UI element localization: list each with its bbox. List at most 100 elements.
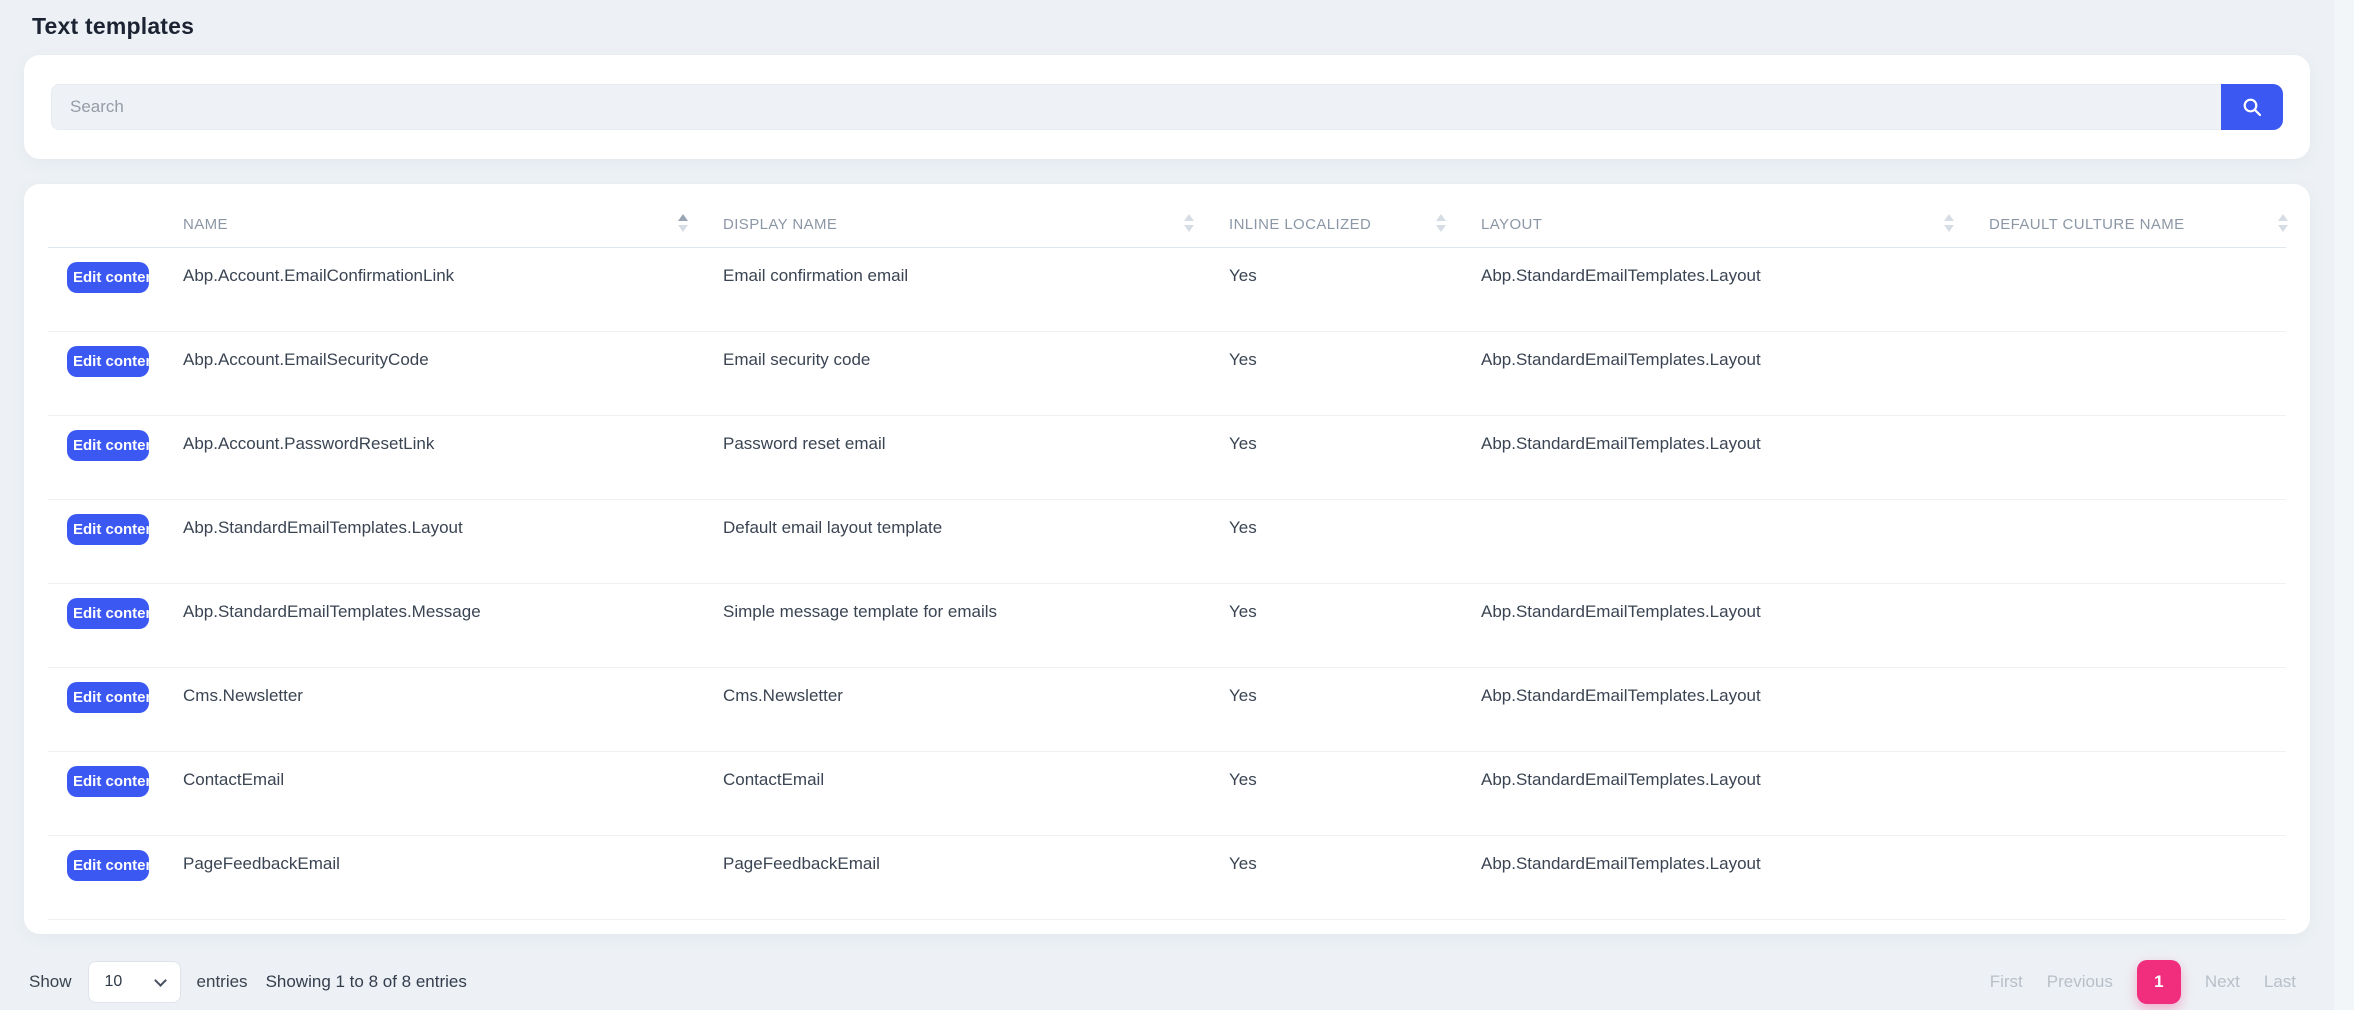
edit-contents-button[interactable]: Edit contents (67, 766, 149, 797)
cell-name: Abp.Account.PasswordResetLink (166, 416, 706, 499)
cell-actions: Edit contents (48, 836, 166, 919)
cell-layout: Abp.StandardEmailTemplates.Layout (1464, 836, 1972, 919)
search-card (24, 55, 2310, 159)
pagination: First Previous 1 Next Last (1990, 960, 2296, 1004)
sort-icon (678, 214, 688, 232)
sort-icon (2278, 214, 2288, 232)
page-size-group: Show 10 entries Showing 1 to 8 of 8 entr… (29, 961, 467, 1003)
cell-inline-localized: Yes (1212, 668, 1464, 751)
edit-contents-button[interactable]: Edit contents (67, 850, 149, 881)
cell-layout (1464, 500, 1972, 583)
cell-actions: Edit contents (48, 584, 166, 667)
pagination-previous[interactable]: Previous (2047, 972, 2113, 992)
cell-display-name: PageFeedbackEmail (706, 836, 1212, 919)
cell-default-culture-name (1972, 668, 2306, 751)
edit-contents-button[interactable]: Edit contents (67, 514, 149, 545)
scrollbar-track[interactable] (2334, 0, 2354, 1010)
cell-name: Abp.StandardEmailTemplates.Message (166, 584, 706, 667)
table-body: Edit contents Abp.Account.EmailConfirmat… (48, 248, 2286, 920)
cell-inline-localized: Yes (1212, 500, 1464, 583)
edit-contents-button[interactable]: Edit contents (67, 346, 149, 377)
table-row: Edit contents Abp.Account.EmailSecurityC… (48, 332, 2286, 416)
column-header-actions (48, 184, 166, 247)
column-header-default-culture-name[interactable]: DEFAULT CULTURE NAME (1972, 184, 2306, 247)
templates-table-card: NAME DISPLAY NAME INLINE LOCALIZED LAYOU… (24, 184, 2310, 934)
cell-inline-localized: Yes (1212, 584, 1464, 667)
column-header-name[interactable]: NAME (166, 184, 706, 247)
cell-inline-localized: Yes (1212, 416, 1464, 499)
cell-display-name: Cms.Newsletter (706, 668, 1212, 751)
cell-layout: Abp.StandardEmailTemplates.Layout (1464, 248, 1972, 331)
cell-inline-localized: Yes (1212, 752, 1464, 835)
edit-contents-button[interactable]: Edit contents (67, 682, 149, 713)
table-row: Edit contents Abp.Account.PasswordResetL… (48, 416, 2286, 500)
pagination-next[interactable]: Next (2205, 972, 2240, 992)
cell-display-name: Email security code (706, 332, 1212, 415)
column-header-layout[interactable]: LAYOUT (1464, 184, 1972, 247)
table-row: Edit contents Abp.Account.EmailConfirmat… (48, 248, 2286, 332)
cell-layout: Abp.StandardEmailTemplates.Layout (1464, 668, 1972, 751)
cell-default-culture-name (1972, 500, 2306, 583)
pagination-last[interactable]: Last (2264, 972, 2296, 992)
cell-display-name: Default email layout template (706, 500, 1212, 583)
cell-actions: Edit contents (48, 668, 166, 751)
entries-label: entries (197, 972, 248, 992)
cell-layout: Abp.StandardEmailTemplates.Layout (1464, 752, 1972, 835)
column-header-label: LAYOUT (1481, 216, 1542, 233)
cell-display-name: ContactEmail (706, 752, 1212, 835)
sort-icon (1184, 214, 1194, 232)
cell-display-name: Email confirmation email (706, 248, 1212, 331)
cell-inline-localized: Yes (1212, 248, 1464, 331)
cell-layout: Abp.StandardEmailTemplates.Layout (1464, 332, 1972, 415)
edit-contents-button[interactable]: Edit contents (67, 598, 149, 629)
table-footer: Show 10 entries Showing 1 to 8 of 8 entr… (24, 960, 2310, 1004)
cell-default-culture-name (1972, 836, 2306, 919)
cell-layout: Abp.StandardEmailTemplates.Layout (1464, 416, 1972, 499)
search-group (51, 84, 2283, 130)
chevron-down-icon (154, 974, 167, 987)
sort-icon (1944, 214, 1954, 232)
cell-default-culture-name (1972, 752, 2306, 835)
pagination-first[interactable]: First (1990, 972, 2023, 992)
cell-name: Abp.StandardEmailTemplates.Layout (166, 500, 706, 583)
page-size-value: 10 (105, 973, 123, 991)
table-row: Edit contents Cms.Newsletter Cms.Newslet… (48, 668, 2286, 752)
table-row: Edit contents ContactEmail ContactEmail … (48, 752, 2286, 836)
pagination-1[interactable]: 1 (2137, 960, 2181, 1004)
column-header-label: INLINE LOCALIZED (1229, 216, 1371, 233)
page-size-select[interactable]: 10 (88, 961, 181, 1003)
cell-display-name: Password reset email (706, 416, 1212, 499)
cell-actions: Edit contents (48, 752, 166, 835)
search-input[interactable] (51, 84, 2221, 130)
cell-name: Cms.Newsletter (166, 668, 706, 751)
cell-actions: Edit contents (48, 332, 166, 415)
column-header-label: DEFAULT CULTURE NAME (1989, 216, 2185, 233)
cell-inline-localized: Yes (1212, 332, 1464, 415)
cell-name: Abp.Account.EmailSecurityCode (166, 332, 706, 415)
text-templates-page: Text templates NAME DISPLAY NAME (0, 0, 2334, 1004)
column-header-label: NAME (183, 216, 228, 233)
column-header-display-name[interactable]: DISPLAY NAME (706, 184, 1212, 247)
page-title: Text templates (24, 0, 2310, 55)
table-row: Edit contents Abp.StandardEmailTemplates… (48, 500, 2286, 584)
cell-display-name: Simple message template for emails (706, 584, 1212, 667)
cell-default-culture-name (1972, 248, 2306, 331)
edit-contents-button[interactable]: Edit contents (67, 262, 149, 293)
cell-name: PageFeedbackEmail (166, 836, 706, 919)
edit-contents-button[interactable]: Edit contents (67, 430, 149, 461)
show-label: Show (29, 972, 72, 992)
cell-layout: Abp.StandardEmailTemplates.Layout (1464, 584, 1972, 667)
entries-summary: Showing 1 to 8 of 8 entries (266, 972, 467, 992)
table-row: Edit contents Abp.StandardEmailTemplates… (48, 584, 2286, 668)
column-header-inline-localized[interactable]: INLINE LOCALIZED (1212, 184, 1464, 247)
column-header-label: DISPLAY NAME (723, 216, 837, 233)
cell-name: Abp.Account.EmailConfirmationLink (166, 248, 706, 331)
table-header-row: NAME DISPLAY NAME INLINE LOCALIZED LAYOU… (48, 184, 2286, 248)
table-row: Edit contents PageFeedbackEmail PageFeed… (48, 836, 2286, 920)
cell-default-culture-name (1972, 584, 2306, 667)
sort-icon (1436, 214, 1446, 232)
search-button[interactable] (2221, 84, 2283, 130)
cell-actions: Edit contents (48, 416, 166, 499)
cell-inline-localized: Yes (1212, 836, 1464, 919)
cell-default-culture-name (1972, 332, 2306, 415)
